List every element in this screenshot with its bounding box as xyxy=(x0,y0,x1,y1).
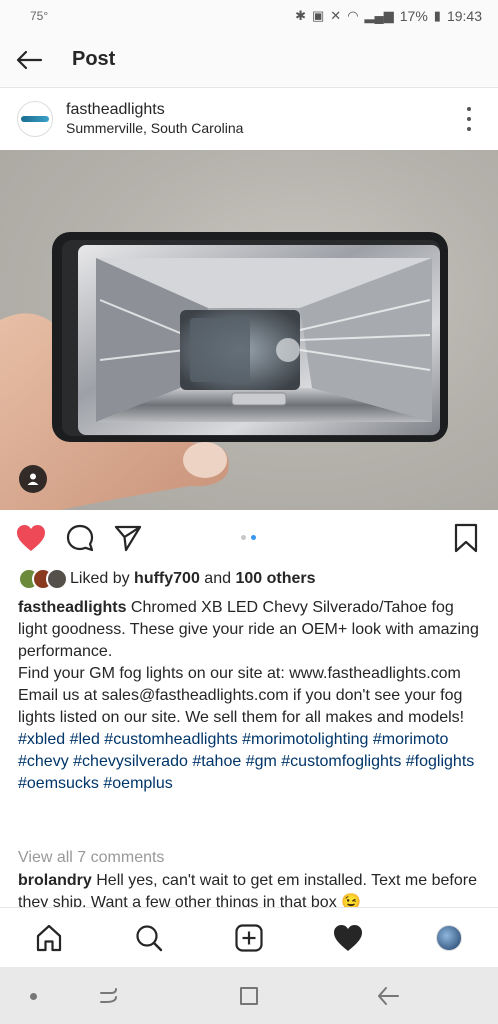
back-system-button[interactable] xyxy=(375,983,401,1009)
battery-icon: ▮ xyxy=(433,8,441,23)
caption-text-2: Find your GM fog lights on our site at: … xyxy=(18,665,461,682)
app-header: Post xyxy=(0,32,498,88)
back-arrow-icon xyxy=(378,987,399,1005)
home-icon xyxy=(36,924,62,952)
system-navigation-bar xyxy=(0,967,498,1024)
carousel-dot-active xyxy=(251,535,256,540)
view-all-comments-link[interactable]: View all 7 comments xyxy=(18,847,164,869)
add-post-icon xyxy=(235,924,263,952)
clock: 19:43 xyxy=(446,8,482,24)
battery-percent: 17% xyxy=(399,8,428,24)
bookmark-icon xyxy=(454,523,478,553)
heart-icon xyxy=(17,525,45,551)
post-header: fastheadlights Summerville, South Caroli… xyxy=(0,89,498,149)
recent-apps-button[interactable] xyxy=(96,983,122,1009)
post-author: fastheadlights Summerville, South Caroli… xyxy=(66,101,243,137)
page-title: Post xyxy=(72,48,116,70)
profile-avatar xyxy=(436,925,462,951)
status-bar: 75° ✱ ▣ ✕ ◠ ▂▄▆ 17% ▮ 19:43 xyxy=(0,0,498,32)
likes-others[interactable]: 100 others xyxy=(235,570,315,588)
carousel-dot xyxy=(241,535,246,540)
bluetooth-icon: ✱ xyxy=(295,8,306,23)
heart-icon xyxy=(334,925,362,951)
liker-username[interactable]: huffy700 xyxy=(134,570,200,588)
post-actions xyxy=(0,518,498,558)
comment-icon xyxy=(66,524,94,552)
nav-add-post[interactable] xyxy=(233,922,265,954)
liker-avatars xyxy=(18,568,68,590)
caption-username[interactable]: fastheadlights xyxy=(18,599,126,616)
more-vertical-icon xyxy=(467,107,471,111)
share-button[interactable] xyxy=(112,522,144,554)
liker-avatar xyxy=(46,568,68,590)
recent-apps-icon xyxy=(100,988,117,1003)
avatar[interactable] xyxy=(17,101,53,137)
wifi-icon: ◠ xyxy=(347,8,359,23)
save-button[interactable] xyxy=(450,522,482,554)
temperature-text: 75° xyxy=(30,9,49,23)
nav-profile[interactable] xyxy=(433,922,465,954)
nav-search[interactable] xyxy=(133,922,165,954)
tagged-users-button[interactable] xyxy=(19,465,47,493)
more-options-button[interactable] xyxy=(464,107,474,131)
mute-icon: ✕ xyxy=(330,8,342,23)
dot-icon xyxy=(29,992,37,1000)
likes-prefix: Liked by xyxy=(70,570,130,587)
likes-joiner: and xyxy=(204,570,231,587)
bottom-navigation xyxy=(0,907,498,967)
back-button[interactable] xyxy=(0,32,58,88)
nfc-icon: ▣ xyxy=(312,8,325,23)
comment-button[interactable] xyxy=(64,522,96,554)
comment-preview: brolandry Hell yes, can't wait to get em… xyxy=(18,870,484,910)
status-icons: ✱ ▣ ✕ ◠ ▂▄▆ 17% ▮ 19:43 xyxy=(295,8,482,24)
comment-username[interactable]: brolandry xyxy=(18,872,92,889)
send-icon xyxy=(114,525,142,552)
fog-light-photo xyxy=(0,232,448,510)
brand-logo xyxy=(21,116,49,122)
post-photo[interactable] xyxy=(0,150,498,510)
caption-hashtags[interactable]: #xbled #led #customheadlights #morimotol… xyxy=(18,731,474,792)
arrow-left-icon xyxy=(16,50,43,69)
assistant-dot-button[interactable] xyxy=(20,983,46,1009)
post-username[interactable]: fastheadlights xyxy=(66,101,243,119)
like-button[interactable] xyxy=(15,522,47,554)
caption-text-3: Email us at sales@fastheadlights.com if … xyxy=(18,687,465,726)
search-icon xyxy=(136,925,163,952)
nav-home[interactable] xyxy=(33,922,65,954)
carousel-indicator xyxy=(241,535,256,540)
home-square-icon xyxy=(240,987,258,1005)
likes-summary[interactable]: Liked by huffy700 and 100 others xyxy=(18,568,316,590)
home-system-button[interactable] xyxy=(236,983,262,1009)
nav-activity[interactable] xyxy=(332,922,364,954)
signal-icon: ▂▄▆ xyxy=(364,8,394,23)
post-location[interactable]: Summerville, South Carolina xyxy=(66,119,243,137)
post-caption: fastheadlights Chromed XB LED Chevy Silv… xyxy=(18,597,484,795)
person-icon xyxy=(27,473,39,485)
